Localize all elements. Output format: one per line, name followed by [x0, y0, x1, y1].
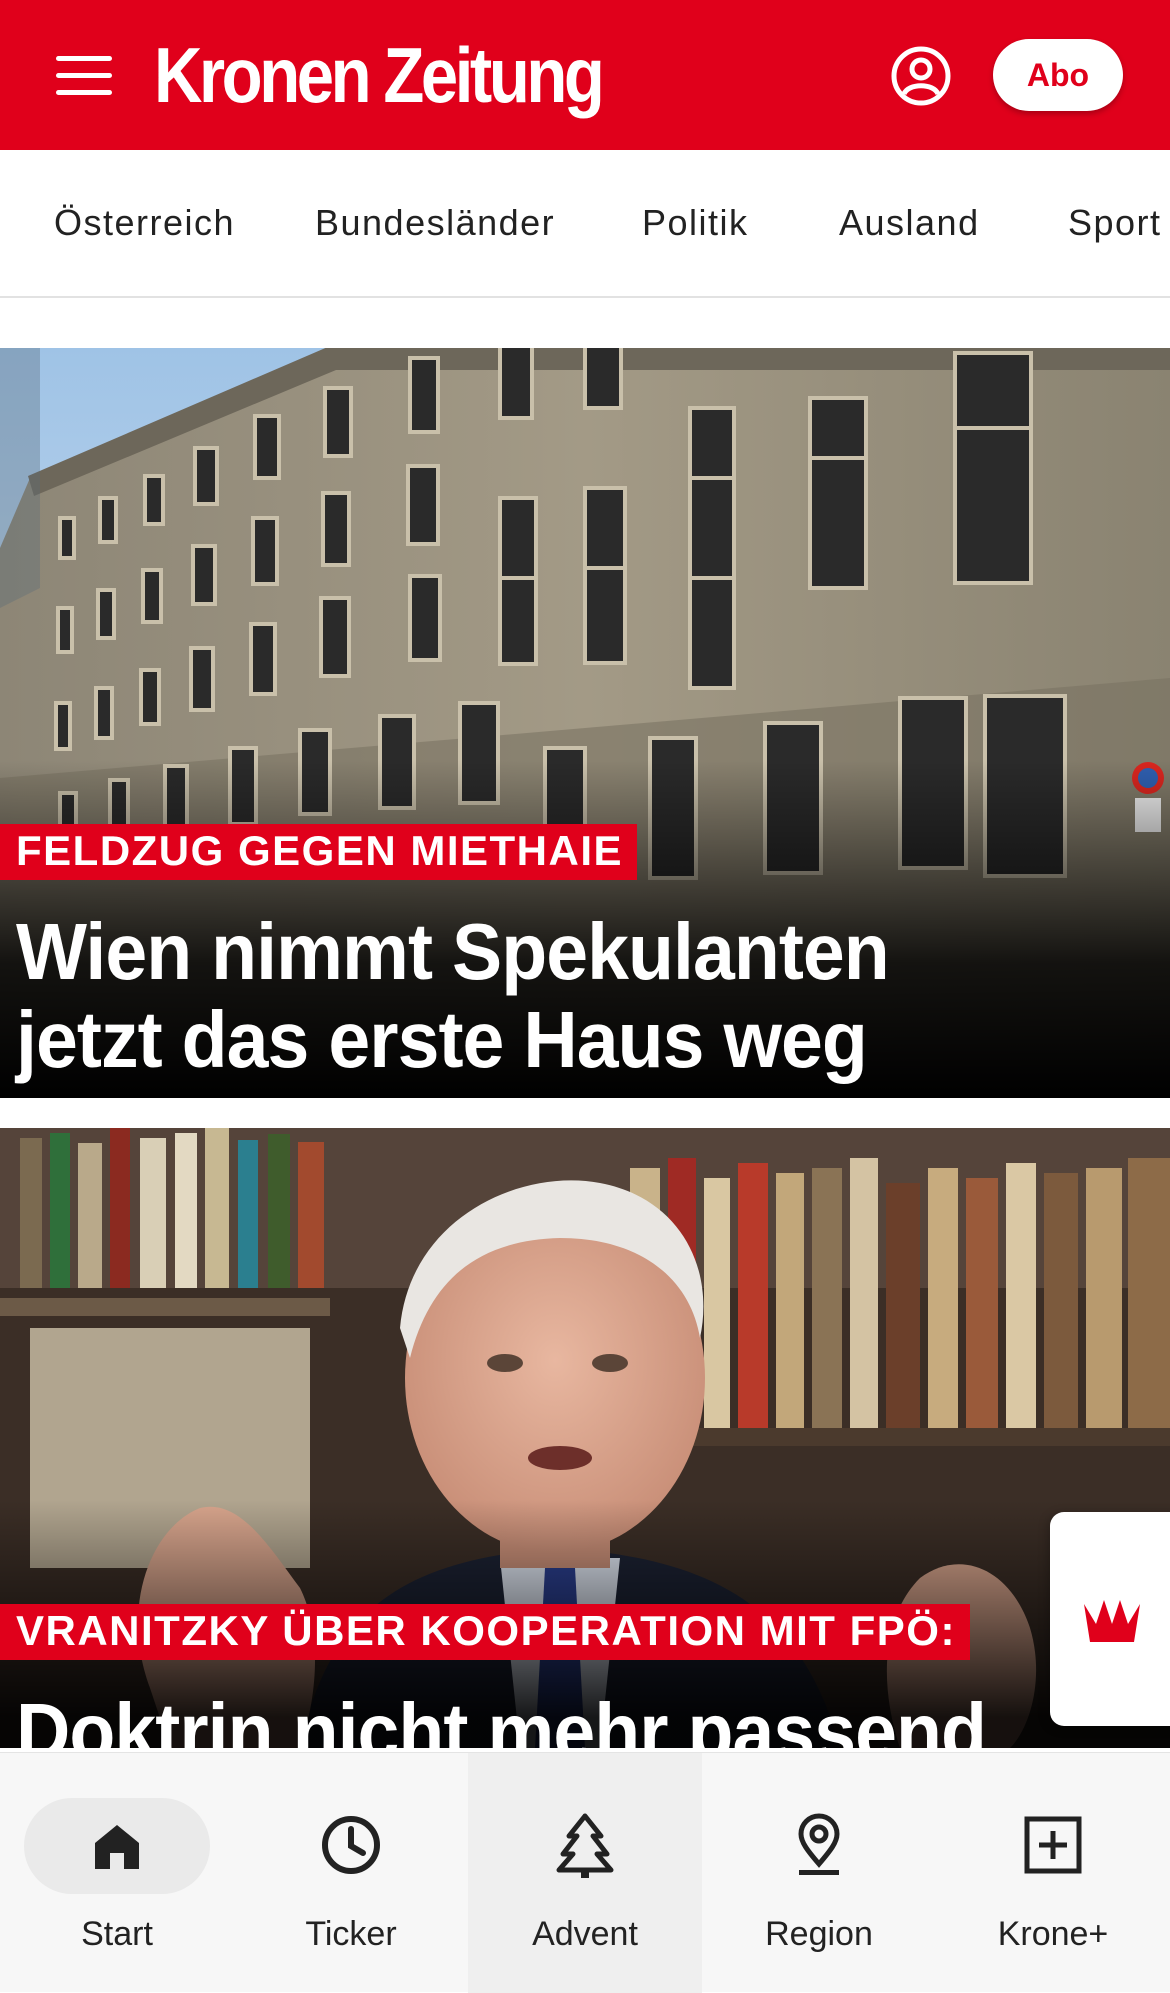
tree-icon	[556, 1813, 614, 1878]
nav-tab-region[interactable]: Region	[702, 1753, 936, 1993]
category-nav: Österreich Bundesländer Politik Ausland …	[0, 150, 1170, 298]
krone-floating-button[interactable]	[1050, 1512, 1170, 1726]
article-kicker: VRANITZKY ÜBER KOOPERATION MIT FPÖ:	[0, 1604, 970, 1660]
nav-tab-krone-plus[interactable]: Krone+	[936, 1753, 1170, 1993]
nav-label: Ticker	[305, 1915, 397, 1953]
category-politik[interactable]: Politik	[642, 202, 749, 244]
article-card-1[interactable]: FELDZUG GEGEN MIETHAIE Wien nimmt Spekul…	[0, 348, 1170, 1098]
nav-tab-advent[interactable]: Advent	[468, 1753, 702, 1993]
logo[interactable]: Kronen Zeitung	[154, 36, 605, 114]
article-headline-line-2: jetzt das erste Haus weg	[16, 995, 868, 1084]
menu-icon[interactable]	[56, 56, 112, 96]
category-ausland[interactable]: Ausland	[839, 202, 980, 244]
category-bundeslaender[interactable]: Bundesländer	[315, 202, 555, 244]
article-kicker: FELDZUG GEGEN MIETHAIE	[0, 824, 638, 880]
bottom-navigation: Start Ticker Advent Region Krone+	[0, 1752, 1170, 1993]
nav-tab-ticker[interactable]: Ticker	[234, 1753, 468, 1993]
top-app-bar: Kronen Zeitung Abo	[0, 0, 1170, 150]
clock-icon	[322, 1816, 380, 1874]
nav-tab-start[interactable]: Start	[0, 1753, 234, 1993]
article-headline-line-1: Wien nimmt Spekulanten	[16, 907, 890, 996]
location-pin-icon	[798, 1813, 840, 1875]
plus-box-icon	[1024, 1816, 1082, 1874]
abo-button[interactable]: Abo	[993, 39, 1123, 111]
profile-icon[interactable]	[890, 45, 952, 107]
article-headline-line-1: Doktrin nicht mehr passend	[16, 1687, 987, 1749]
home-icon	[95, 1825, 139, 1869]
nav-label: Region	[765, 1915, 873, 1953]
category-oesterreich[interactable]: Österreich	[54, 202, 235, 244]
nav-label: Advent	[532, 1915, 638, 1953]
nav-label: Krone+	[997, 1915, 1109, 1953]
nav-label: Start	[81, 1915, 153, 1953]
article-card-2[interactable]: VRANITZKY ÜBER KOOPERATION MIT FPÖ: Dokt…	[0, 1128, 1170, 1748]
crown-icon	[1084, 1600, 1140, 1642]
category-sport[interactable]: Sport	[1068, 202, 1162, 244]
